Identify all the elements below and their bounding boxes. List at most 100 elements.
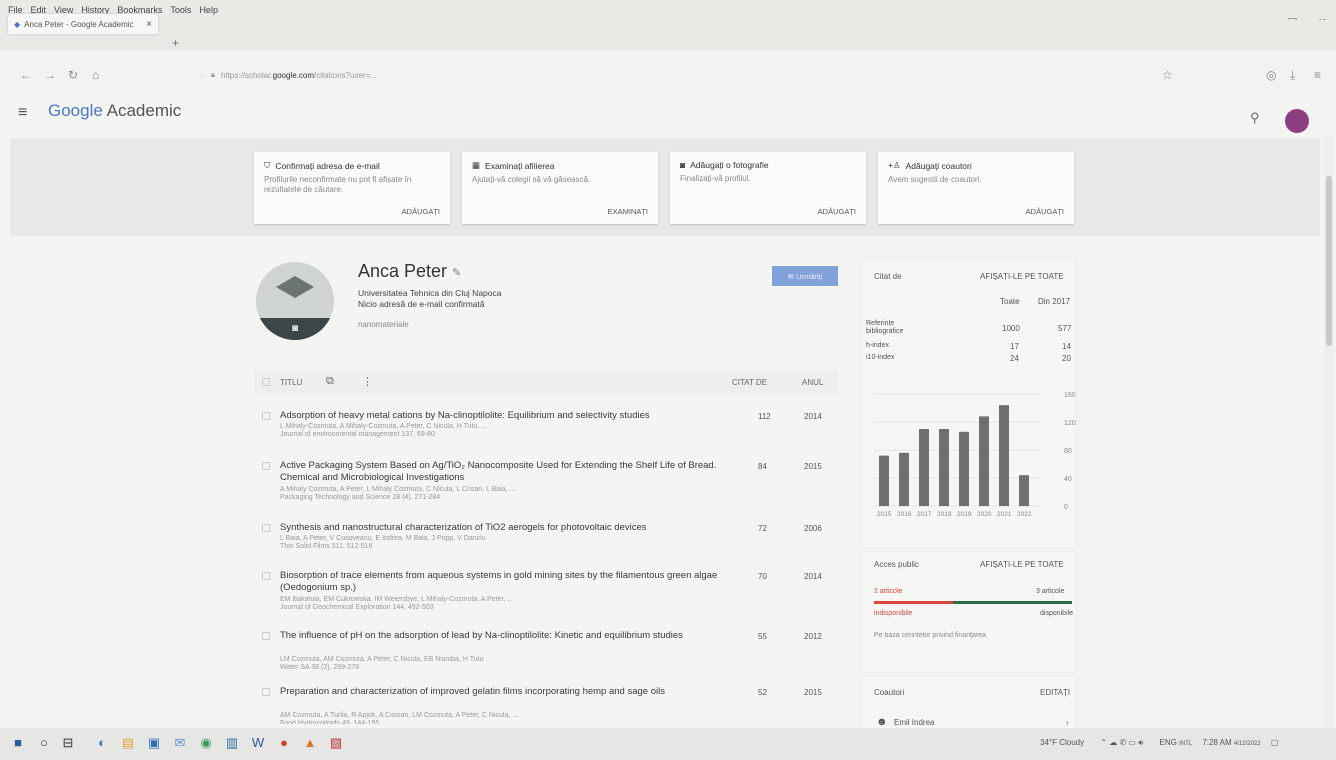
file-explorer-icon[interactable]: ▤ — [120, 735, 136, 751]
app-icon[interactable]: ▥ — [224, 735, 240, 751]
firefox-icon[interactable]: ● — [276, 735, 292, 751]
bar-2021[interactable] — [999, 405, 1009, 506]
forward-icon[interactable]: → — [44, 68, 56, 82]
scrollbar[interactable] — [1324, 136, 1334, 728]
citation-count[interactable]: 112 — [758, 412, 771, 421]
row-checkbox[interactable] — [262, 688, 270, 696]
hamburger-icon[interactable]: ≡ — [18, 104, 27, 122]
card-title: Confirmați adresa de e-mail — [275, 160, 380, 171]
bar-2019[interactable] — [959, 431, 969, 506]
avatar[interactable] — [1285, 109, 1309, 133]
pdf-icon[interactable]: ▧ — [328, 735, 344, 751]
profile-photo[interactable]: ◙ — [256, 262, 334, 340]
bar-2022[interactable] — [1019, 475, 1029, 506]
vlc-icon[interactable]: ▲ — [302, 735, 318, 751]
edit-pencil-icon[interactable]: ✎ — [452, 266, 461, 279]
mail-app-icon[interactable]: ✉ — [172, 735, 188, 751]
citation-count[interactable]: 55 — [758, 632, 767, 641]
coauthor-name[interactable]: Emil Indrea — [894, 718, 934, 727]
article-authors: L Mihaly-Cozmuta, A Mihaly-Cozmuta, A Pe… — [280, 423, 488, 430]
chevron-right-icon[interactable]: › — [1066, 718, 1069, 727]
sort-cited-by[interactable]: CITAT DE — [732, 378, 767, 387]
add-coauthors-button[interactable]: ADĂUGAȚI — [1026, 207, 1064, 216]
row-checkbox[interactable] — [262, 524, 270, 532]
sort-title[interactable]: TITLU — [280, 378, 302, 387]
google-academic-logo[interactable]: Google Academic — [48, 101, 181, 121]
home-icon[interactable]: ⌂ — [92, 68, 99, 82]
merge-icon[interactable]: ⧉ — [326, 375, 334, 388]
chrome-icon[interactable]: ◉ — [198, 735, 214, 751]
bar-2016[interactable] — [899, 452, 909, 506]
reload-icon[interactable]: ↻ — [68, 68, 78, 82]
article-title[interactable]: Biosorption of trace elements from aqueo… — [280, 570, 720, 594]
public-access-view-all[interactable]: AFIȘAȚI-LE PE TOATE — [980, 560, 1064, 569]
row-checkbox[interactable] — [262, 462, 270, 470]
select-all-checkbox[interactable] — [262, 378, 270, 386]
review-affiliation-button[interactable]: EXAMINAȚI — [608, 207, 648, 216]
add-photo-button[interactable]: ADĂUGAȚI — [818, 207, 856, 216]
metric-since: 577 — [1058, 324, 1072, 333]
metric-since: 14 — [1062, 342, 1071, 351]
profile-keyword[interactable]: nanomateriale — [358, 320, 409, 329]
favicon-icon: ◆ — [14, 19, 21, 29]
scrollbar-thumb[interactable] — [1326, 176, 1332, 346]
row-checkbox[interactable] — [262, 572, 270, 580]
menu-icon[interactable]: ≡ — [1314, 68, 1321, 82]
citation-count[interactable]: 52 — [758, 688, 767, 697]
article-year: 2012 — [804, 632, 822, 641]
region-indicator[interactable]: INTL — [1179, 741, 1192, 747]
bookmark-star-icon[interactable]: ☆ — [1162, 68, 1173, 82]
add-email-button[interactable]: ADĂUGAȚI — [402, 207, 440, 216]
article-title[interactable]: The influence of pH on the adsorption of… — [280, 630, 720, 642]
cited-by-view-all[interactable]: AFIȘAȚI-LE PE TOATE — [980, 272, 1064, 281]
graduation-cap-icon — [276, 276, 314, 298]
address-bar[interactable]: ◌ 🔒︎ https://scholar.google.com/citation… — [200, 66, 1100, 84]
search-icon[interactable]: ⚲ — [1250, 110, 1260, 126]
article-authors: EM Bakatula, EM Cukrowska, IM Weiersbye,… — [280, 596, 514, 603]
article-title[interactable]: Active Packaging System Based on Ag/TiO₂… — [280, 460, 720, 484]
bar-2017[interactable] — [919, 429, 929, 506]
citation-count[interactable]: 84 — [758, 462, 767, 471]
x-tick-label: 2017 — [917, 511, 932, 518]
browser-tab[interactable]: ◆ Anca Peter - Google Academic × — [8, 14, 158, 34]
menu-tools[interactable]: Tools — [170, 5, 191, 15]
word-icon[interactable]: W — [250, 735, 266, 751]
tray-icons[interactable]: ⌃ ☁ ✆ ▭ 🔊︎ — [1100, 738, 1143, 747]
new-tab-icon[interactable]: + — [172, 36, 179, 50]
camera-icon[interactable]: ◙ — [256, 318, 334, 340]
store-icon[interactable]: ▣ — [146, 735, 162, 751]
more-vert-icon[interactable]: ⋮ — [362, 375, 373, 388]
unavailable-count[interactable]: 2 articole — [874, 588, 902, 595]
clock-time[interactable]: 7:28 AM — [1202, 738, 1231, 747]
article-year: 2015 — [804, 688, 822, 697]
coauthors-edit-button[interactable]: EDITAȚI — [1040, 688, 1070, 697]
language-indicator[interactable]: ENG — [1159, 738, 1176, 747]
citation-count[interactable]: 72 — [758, 524, 767, 533]
weather-widget[interactable]: 34°F Cloudy — [1040, 738, 1084, 747]
bar-2020[interactable] — [979, 416, 989, 506]
article-title[interactable]: Preparation and characterization of impr… — [280, 686, 720, 698]
search-icon[interactable]: ○ — [36, 735, 52, 751]
bar-2018[interactable] — [939, 429, 949, 506]
clock-date[interactable]: 4/12/2022 — [1234, 741, 1261, 747]
pocket-icon[interactable]: ◎ — [1266, 68, 1276, 82]
bar-2015[interactable] — [879, 455, 889, 506]
follow-button[interactable]: ✉ Urmăriți — [772, 266, 838, 286]
windows-start-icon[interactable]: ■ — [10, 735, 26, 751]
back-icon[interactable]: ← — [20, 68, 32, 82]
edge-icon[interactable]: ◐ — [94, 735, 110, 751]
article-title[interactable]: Adsorption of heavy metal cations by Na-… — [280, 410, 720, 422]
row-checkbox[interactable] — [262, 412, 270, 420]
card-desc: Profilurile neconfirmate nu pot fi afișa… — [264, 175, 412, 194]
download-icon[interactable]: ⤓ — [1290, 68, 1295, 83]
task-view-icon[interactable]: ⊟ — [60, 735, 76, 751]
tab-close-icon[interactable]: × — [146, 19, 152, 30]
menu-help[interactable]: Help — [199, 5, 218, 15]
article-title[interactable]: Synthesis and nanostructural characteriz… — [280, 522, 720, 534]
row-checkbox[interactable] — [262, 632, 270, 640]
citation-count[interactable]: 70 — [758, 572, 767, 581]
notifications-icon[interactable]: ▢ — [1271, 738, 1279, 747]
lock-icon: 🔒︎ — [210, 70, 216, 79]
available-count[interactable]: 3 articole — [1036, 588, 1064, 595]
sort-year[interactable]: ANUL — [802, 378, 823, 387]
